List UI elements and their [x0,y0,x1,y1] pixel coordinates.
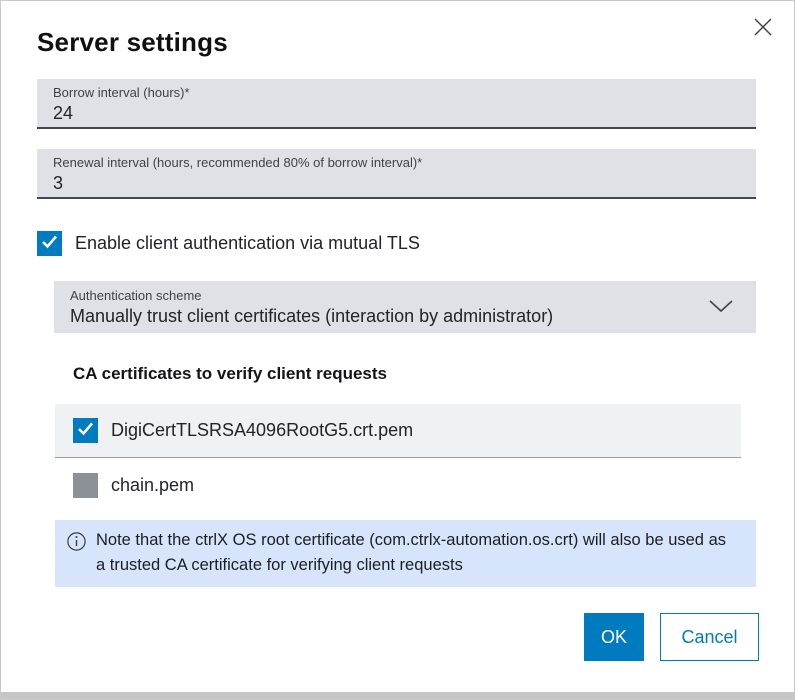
ca-certificates-heading: CA certificates to verify client request… [73,364,387,383]
ca-certificates-list: DigiCertTLSRSA4096RootG5.crt.pem chain.p… [55,404,741,512]
cancel-button[interactable]: Cancel [660,613,759,661]
mtls-checkbox-label: Enable client authentication via mutual … [75,233,420,253]
borrow-interval-value[interactable]: 24 [53,101,740,125]
mtls-checkbox[interactable] [37,231,62,256]
ca-certificate-name: chain.pem [111,474,195,495]
root-certificate-note: Note that the ctrlX OS root certificate … [55,520,756,587]
info-icon [67,532,86,578]
renewal-interval-field[interactable]: Renewal interval (hours, recommended 80%… [37,149,756,199]
page-title: Server settings [37,27,228,57]
close-icon [752,16,774,41]
borrow-interval-field[interactable]: Borrow interval (hours)* 24 [37,79,756,129]
chain-checkbox[interactable] [73,472,98,498]
dialog-actions: OK Cancel [584,613,759,661]
borrow-interval-label: Borrow interval (hours)* [53,85,190,100]
note-text: Note that the ctrlX OS root certificate … [96,531,726,574]
ca-certificate-name: DigiCertTLSRSA4096RootG5.crt.pem [111,420,414,440]
chevron-down-icon [708,299,734,318]
server-settings-dialog: Server settings Borrow interval (hours)*… [0,0,795,700]
checkmark-icon [73,416,98,446]
backdrop-strip [1,692,794,699]
auth-scheme-select[interactable]: Authentication scheme Manually trust cli… [54,281,756,333]
checkmark-icon [37,229,62,259]
renewal-interval-label: Renewal interval (hours, recommended 80%… [53,155,423,170]
ok-button[interactable]: OK [584,613,644,661]
close-button[interactable] [750,15,776,41]
ca-list-item-digicert[interactable]: DigiCertTLSRSA4096RootG5.crt.pem [55,404,741,458]
ca-list-item-chain[interactable]: chain.pem [55,458,741,512]
digicert-checkbox[interactable] [73,418,98,443]
renewal-interval-value[interactable]: 3 [53,171,740,195]
auth-scheme-value: Manually trust client certificates (inte… [70,306,554,326]
auth-scheme-label: Authentication scheme [70,288,202,303]
mtls-checkbox-row[interactable]: Enable client authentication via mutual … [37,231,420,256]
